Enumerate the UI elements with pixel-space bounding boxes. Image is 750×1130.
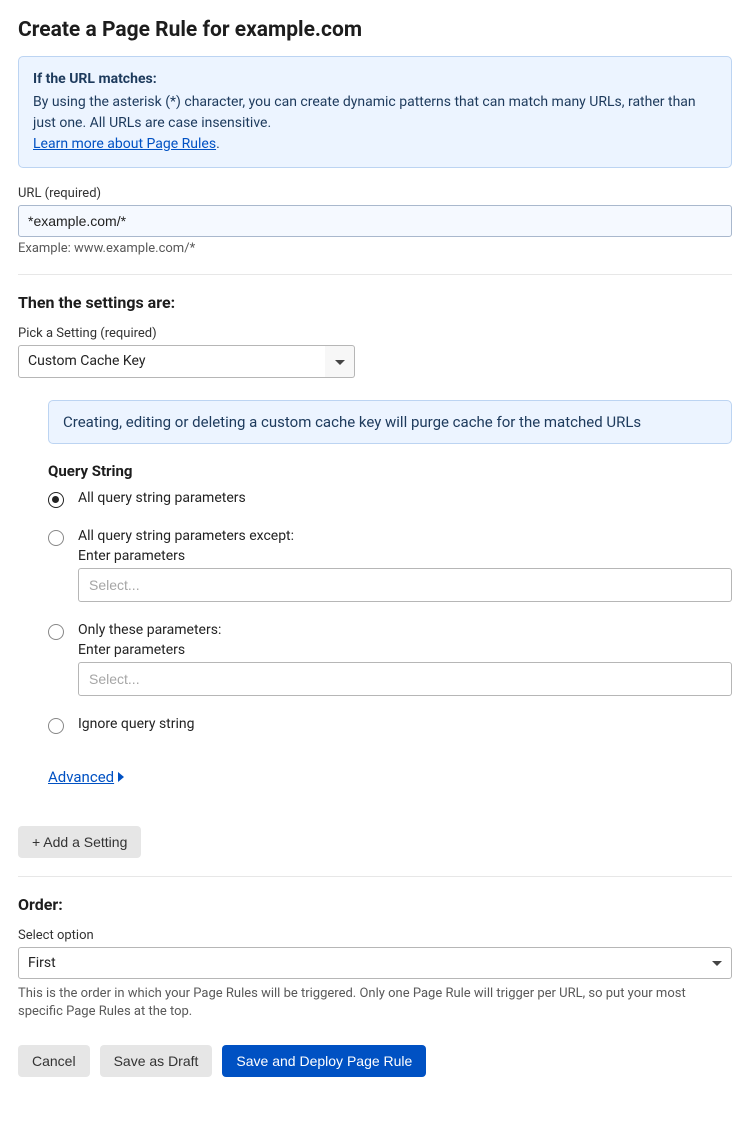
url-input[interactable]	[18, 205, 732, 237]
chevron-down-icon	[335, 354, 345, 370]
radio-only-params[interactable]	[48, 624, 64, 640]
order-select[interactable]: First	[18, 947, 732, 979]
learn-more-link[interactable]: Learn more about Page Rules	[33, 136, 216, 152]
info-heading: If the URL matches:	[33, 69, 717, 90]
setting-picker-label: Pick a Setting (required)	[18, 326, 732, 341]
chevron-down-icon	[712, 955, 722, 971]
order-label: Select option	[18, 928, 732, 943]
except-enter-params-label: Enter parameters	[78, 548, 732, 564]
page-title: Create a Page Rule for example.com	[18, 18, 732, 42]
purge-notice: Creating, editing or deleting a custom c…	[48, 400, 732, 444]
order-title: Order:	[18, 895, 732, 914]
radio-except-params-label: All query string parameters except:	[78, 528, 732, 544]
info-box: If the URL matches: By using the asteris…	[18, 56, 732, 168]
save-deploy-button[interactable]: Save and Deploy Page Rule	[222, 1045, 426, 1077]
setting-select-dropdown-button[interactable]	[325, 345, 355, 378]
except-params-input[interactable]	[78, 568, 732, 602]
divider	[18, 876, 732, 877]
save-draft-button[interactable]: Save as Draft	[100, 1045, 213, 1077]
info-period: .	[216, 136, 220, 152]
query-string-title: Query String	[48, 462, 732, 480]
radio-all-params-label: All query string parameters	[78, 490, 732, 506]
radio-only-params-label: Only these parameters:	[78, 622, 732, 638]
order-helper: This is the order in which your Page Rul…	[18, 985, 732, 1021]
setting-select[interactable]: Custom Cache Key	[18, 345, 328, 378]
only-params-input[interactable]	[78, 662, 732, 696]
radio-except-params[interactable]	[48, 530, 64, 546]
url-label: URL (required)	[18, 186, 732, 201]
info-body: By using the asterisk (*) character, you…	[33, 94, 696, 131]
settings-heading: Then the settings are:	[18, 293, 732, 312]
advanced-label: Advanced	[48, 768, 114, 786]
chevron-right-icon	[118, 768, 125, 786]
radio-ignore-params[interactable]	[48, 718, 64, 734]
order-select-value: First	[28, 955, 56, 971]
only-enter-params-label: Enter parameters	[78, 642, 732, 658]
advanced-link[interactable]: Advanced	[48, 768, 125, 786]
divider	[18, 274, 732, 275]
radio-all-params[interactable]	[48, 492, 64, 508]
url-example: Example: www.example.com/*	[18, 241, 732, 256]
add-setting-button[interactable]: + Add a Setting	[18, 826, 141, 858]
radio-ignore-params-label: Ignore query string	[78, 716, 732, 732]
cancel-button[interactable]: Cancel	[18, 1045, 90, 1077]
